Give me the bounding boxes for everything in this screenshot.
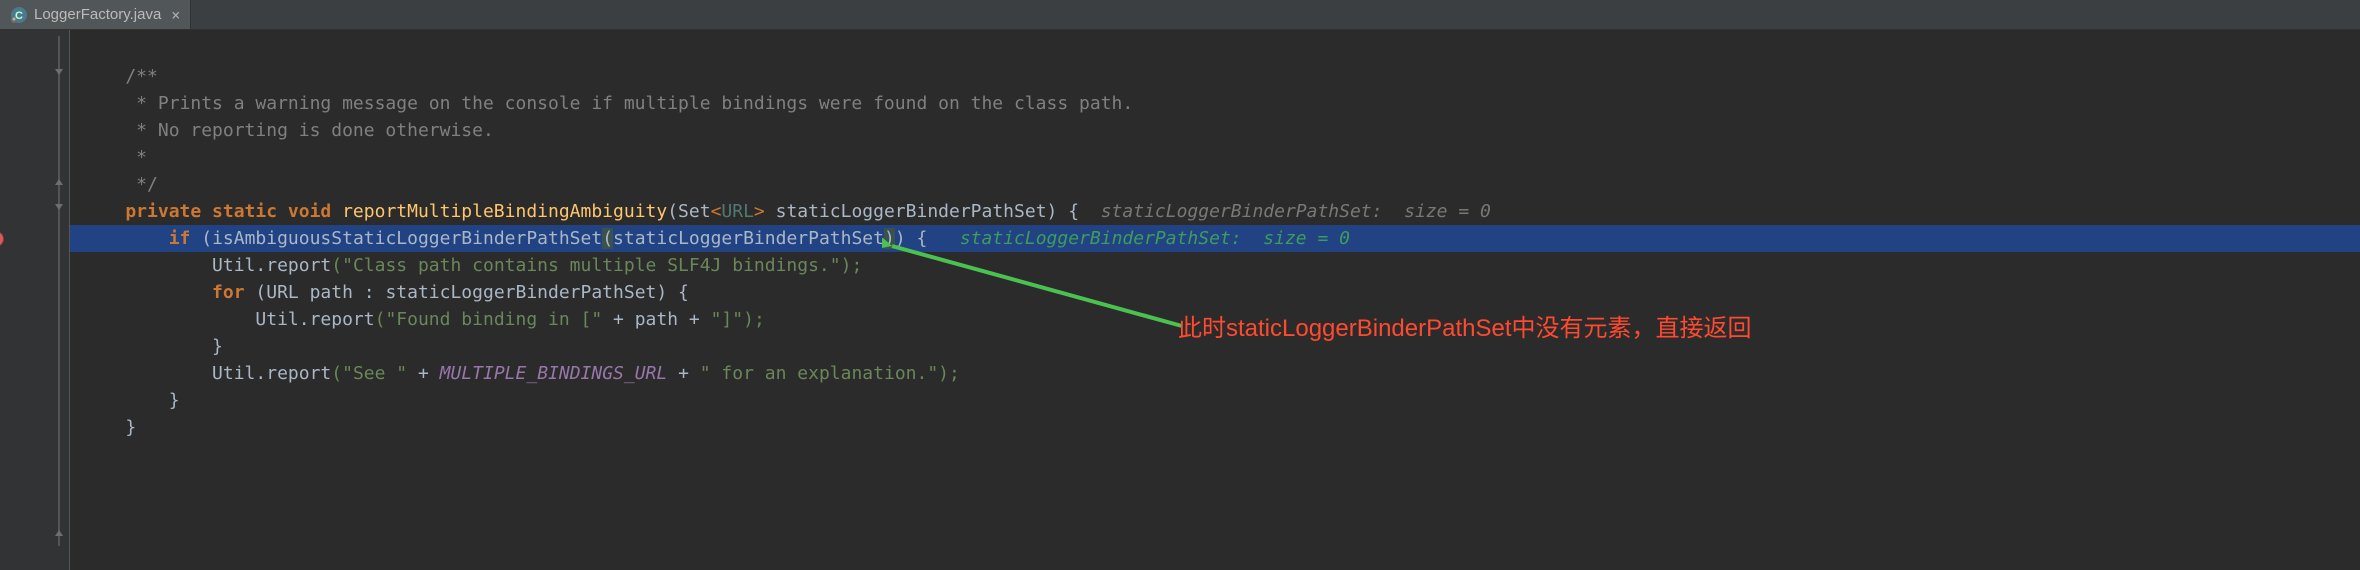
code-line: Util.report("Class path contains multipl… <box>70 252 2360 279</box>
punct: ) { <box>1047 201 1080 222</box>
string-literal: " for an explanation."); <box>700 363 960 384</box>
breakpoint-icon[interactable] <box>0 225 18 252</box>
punct: > <box>754 201 765 222</box>
editor: @ /** * Prints a warning message on the … <box>0 30 2360 570</box>
punct: ( <box>201 228 212 249</box>
code-line: } <box>70 414 2360 441</box>
constant: MULTIPLE_BINDINGS_URL <box>440 363 668 384</box>
identifier: Util. <box>82 309 310 330</box>
type: URL <box>721 201 754 222</box>
java-class-icon: C <box>10 6 28 24</box>
keyword: private <box>82 201 212 222</box>
method-name: reportMultipleBindingAmbiguity <box>342 201 667 222</box>
identifier: staticLoggerBinderPathSet <box>613 228 884 249</box>
comment-text: * <box>82 147 147 168</box>
method-call: isAmbiguousStaticLoggerBinderPathSet <box>212 228 602 249</box>
annotation-text: 此时staticLoggerBinderPathSet中没有元素，直接返回 <box>1178 308 1752 343</box>
operator: + <box>418 363 440 384</box>
code-area[interactable]: /** * Prints a warning message on the co… <box>70 30 2360 570</box>
identifier: Util. <box>82 363 266 384</box>
tab-filename: LoggerFactory.java <box>34 6 161 23</box>
inlay-hint: staticLoggerBinderPathSet: size = 0 <box>927 228 1350 249</box>
code-line: /** <box>70 63 2360 90</box>
punct: < <box>711 201 722 222</box>
close-icon[interactable]: × <box>171 6 180 24</box>
method-call: report <box>266 363 331 384</box>
fold-toggle-icon[interactable] <box>52 201 66 215</box>
code-line: for (URL path : staticLoggerBinderPathSe… <box>70 279 2360 306</box>
code-line <box>70 36 2360 63</box>
code-line: * No reporting is done otherwise. <box>70 117 2360 144</box>
punct: } <box>82 417 136 438</box>
comment-text: * Prints a warning message on the consol… <box>82 93 1133 114</box>
code-line: */ <box>70 171 2360 198</box>
comment-text: * No reporting is done otherwise. <box>82 120 494 141</box>
inlay-hint: staticLoggerBinderPathSet: size = 0 <box>1079 201 1491 222</box>
type: Set <box>678 201 711 222</box>
punct: ( <box>255 282 266 303</box>
punct: } <box>82 336 223 357</box>
operator: + <box>613 309 635 330</box>
punct: } <box>82 390 180 411</box>
fold-toggle-icon[interactable] <box>52 174 66 188</box>
identifier: path <box>635 309 689 330</box>
method-call: report <box>310 309 375 330</box>
code-line: * <box>70 144 2360 171</box>
code-line: private static void reportMultipleBindin… <box>70 198 2360 225</box>
fold-guide <box>58 36 60 546</box>
identifier: Util. <box>82 255 266 276</box>
identifier: path : staticLoggerBinderPathSet) { <box>299 282 689 303</box>
code-line: } <box>70 387 2360 414</box>
string-literal: ("Class path contains multiple SLF4J bin… <box>331 255 862 276</box>
operator: + <box>689 309 711 330</box>
method-call: report <box>266 255 331 276</box>
operator: + <box>667 363 700 384</box>
file-tab[interactable]: C LoggerFactory.java × <box>0 0 191 29</box>
keyword: for <box>82 282 255 303</box>
keyword: void <box>288 201 342 222</box>
punct: ) { <box>895 228 928 249</box>
type: URL <box>266 282 299 303</box>
punct: ( <box>602 228 613 249</box>
parameter: staticLoggerBinderPathSet <box>765 201 1047 222</box>
punct: ( <box>667 201 678 222</box>
comment-text: /** <box>82 66 158 87</box>
current-line: if (isAmbiguousStaticLoggerBinderPathSet… <box>70 225 2360 252</box>
string-literal: ("See " <box>331 363 418 384</box>
fold-toggle-icon[interactable] <box>52 66 66 80</box>
code-line: * Prints a warning message on the consol… <box>70 90 2360 117</box>
fold-toggle-icon[interactable] <box>52 525 66 539</box>
gutter: @ <box>0 30 70 570</box>
keyword: if <box>82 228 201 249</box>
keyword: static <box>212 201 288 222</box>
string-literal: ("Found binding in [" <box>375 309 613 330</box>
code-line: Util.report("See " + MULTIPLE_BINDINGS_U… <box>70 360 2360 387</box>
comment-text: */ <box>82 174 158 195</box>
punct: ) <box>884 228 895 249</box>
string-literal: "]"); <box>711 309 765 330</box>
tab-bar: C LoggerFactory.java × <box>0 0 2360 30</box>
